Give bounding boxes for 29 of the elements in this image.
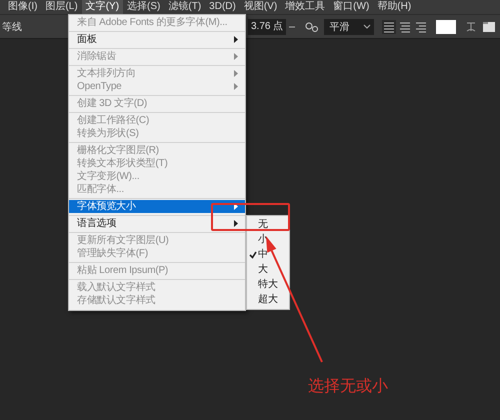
menu-item[interactable]: 图像(I): [4, 0, 42, 14]
menu-option[interactable]: 语言选项: [69, 217, 245, 230]
anti-alias-icon: [304, 20, 318, 34]
menu-option[interactable]: 无: [258, 218, 268, 230]
color-swatch[interactable]: [436, 20, 456, 34]
menu-option[interactable]: 大: [258, 264, 268, 276]
menu-item[interactable]: 图层(L): [41, 0, 82, 14]
menu-item[interactable]: 视图(V): [240, 0, 282, 14]
font-size-field[interactable]: 3.76 点: [248, 18, 286, 34]
anti-alias-dropdown[interactable]: 平滑: [324, 18, 374, 34]
align-icon[interactable]: [382, 20, 396, 34]
annotation-text: 选择无或小: [308, 376, 388, 397]
menu-item[interactable]: 文字(Y): [82, 0, 124, 14]
menu-option[interactable]: 中: [258, 248, 268, 260]
menu-option[interactable]: 超大: [258, 294, 278, 306]
menu-item[interactable]: 帮助(H): [373, 0, 416, 14]
align-icon[interactable]: [398, 20, 412, 34]
menu-item[interactable]: 3D(D): [205, 0, 240, 14]
menu-option[interactable]: 字体预览大小: [69, 200, 245, 213]
menu-option[interactable]: 面板: [69, 33, 245, 46]
menu-option[interactable]: 特大: [258, 278, 278, 290]
menu-item[interactable]: 窗口(W): [329, 0, 374, 14]
align-icon[interactable]: [414, 20, 428, 34]
panel-icon[interactable]: [482, 20, 496, 34]
menu-item[interactable]: 滤镜(T): [164, 0, 206, 14]
font-family-field[interactable]: 等线: [2, 20, 22, 34]
chevron-icon: [363, 23, 372, 30]
menu-item[interactable]: 增效工具: [281, 0, 330, 14]
menu-item[interactable]: 选择(S): [123, 0, 164, 14]
